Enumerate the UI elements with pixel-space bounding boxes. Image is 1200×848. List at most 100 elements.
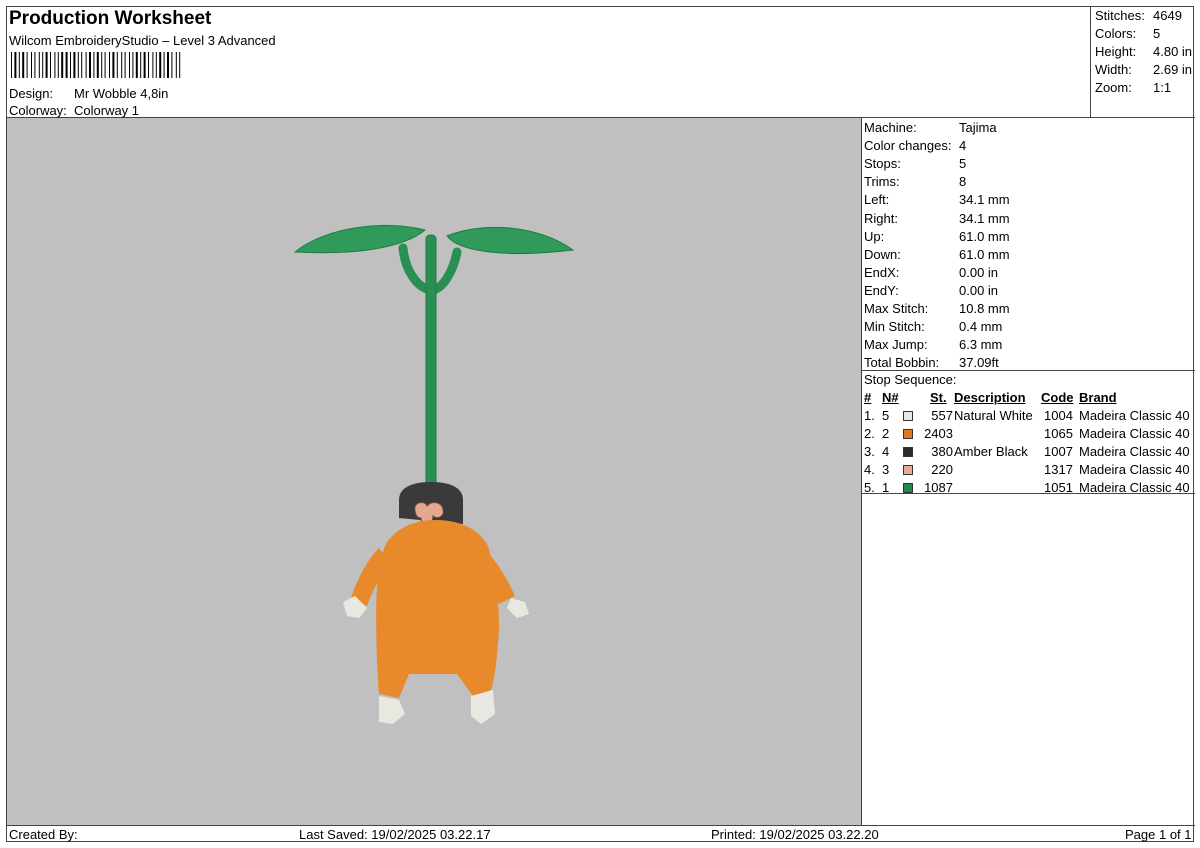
body — [376, 520, 499, 698]
property-value: 34.1 mm — [959, 210, 1010, 226]
page-title: Production Worksheet — [9, 8, 212, 29]
thread-code: 1317 — [1044, 462, 1073, 477]
color-swatch — [903, 465, 913, 475]
color-swatch — [903, 429, 913, 439]
property-label: Down: — [864, 246, 901, 262]
width-label: Width: — [1095, 62, 1132, 77]
property-row: EndY: 0.00 in — [864, 283, 1184, 301]
right-leaf — [446, 226, 575, 254]
thread-brand: Madeira Classic 40 — [1079, 426, 1190, 441]
worksheet-footer: Created By: Last Saved: 19/02/2025 03.22… — [7, 825, 1195, 843]
right-leaf-stem — [428, 247, 462, 295]
needle-number: 4 — [882, 444, 890, 459]
property-value: 0.00 in — [959, 282, 999, 298]
property-label: Min Stitch: — [864, 319, 925, 335]
color-swatch — [903, 483, 913, 493]
stop-row: 3. 4 380 Amber Black 1007 Madeira Classic 40 — [862, 444, 1195, 462]
stop-row: 5. 1 1087 1051 Madeira Classic 40 — [862, 480, 1195, 498]
color-swatch — [903, 411, 913, 421]
property-value: 37.09ft — [959, 355, 999, 371]
property-row: Color changes: 4 — [864, 138, 1184, 156]
stop-number: 4. — [864, 462, 875, 477]
software-name: Wilcom EmbroideryStudio – Level 3 Advanc… — [9, 33, 276, 48]
thread-brand: Madeira Classic 40 — [1079, 462, 1190, 477]
property-row: Right: 34.1 mm — [864, 211, 1184, 229]
thread-brand: Madeira Classic 40 — [1079, 408, 1190, 423]
stitch-count: 557 — [931, 408, 953, 423]
thread-code: 1065 — [1044, 426, 1073, 441]
stop-row: 1. 5 557 Natural White 1004 Madeira Classic 4… — [862, 408, 1195, 426]
property-label: Machine: — [864, 120, 917, 135]
property-value: Tajima — [959, 120, 997, 135]
stem — [425, 234, 437, 488]
stop-sequence-title: Stop Sequence: — [864, 372, 957, 387]
divider — [862, 370, 1195, 371]
stop-number: 3. — [864, 444, 875, 459]
zoom-value: 1:1 — [1153, 80, 1172, 95]
stitches-value: 4649 — [1153, 8, 1182, 23]
stop-row: 4. 3 220 1317 Madeira Classic 40 — [862, 462, 1195, 480]
property-label: EndX: — [864, 264, 900, 280]
stop-number: 1. — [864, 408, 875, 423]
property-row: Max Jump: 6.3 mm — [864, 337, 1184, 355]
design-label: Design: — [9, 86, 54, 101]
worksheet-header: Production Worksheet Wilcom EmbroiderySt… — [7, 7, 1091, 118]
summary-box: Stitches: 4649 Colors: 5 Height: 4.80 in… — [1091, 7, 1195, 118]
needle-number: 2 — [882, 426, 890, 441]
stop-number: 2. — [864, 426, 875, 441]
worksheet: Production Worksheet Wilcom EmbroiderySt… — [6, 6, 1195, 843]
property-value: 0.4 mm — [959, 319, 1003, 335]
property-row: Machine: Tajima — [864, 120, 1184, 138]
col-description: Description — [954, 390, 1026, 405]
thread-description: Natural White — [954, 408, 1033, 423]
property-row: Min Stitch: 0.4 mm — [864, 319, 1184, 337]
property-label: Right: — [864, 210, 898, 226]
stitches-label: Stitches: — [1095, 8, 1145, 23]
colors-value: 5 — [1153, 26, 1161, 41]
property-row: Trims: 8 — [864, 174, 1184, 192]
colorway-value: Colorway 1 — [74, 103, 140, 118]
property-value: 61.0 mm — [959, 228, 1010, 244]
width-value: 2.69 in — [1153, 62, 1193, 77]
col-needle: N# — [882, 390, 899, 405]
needle-number: 5 — [882, 408, 890, 423]
property-row: Left: 34.1 mm — [864, 192, 1184, 210]
property-value: 34.1 mm — [959, 192, 1010, 208]
stop-row: 2. 2 2403 1065 Madeira Classic 40 — [862, 426, 1195, 444]
col-stitches: St. — [930, 390, 947, 405]
property-row: Up: 61.0 mm — [864, 229, 1184, 247]
property-value: 10.8 mm — [959, 301, 1010, 316]
stitch-count: 220 — [931, 462, 953, 477]
property-value: 61.0 mm — [959, 246, 1010, 262]
property-row: Max Stitch: 10.8 mm — [864, 301, 1184, 319]
property-value: 5 — [959, 156, 967, 172]
right-foot — [471, 690, 495, 724]
design-value: Mr Wobble 4,8in — [74, 86, 169, 101]
color-swatch — [903, 447, 913, 457]
thread-code: 1007 — [1044, 444, 1073, 459]
right-hand — [507, 598, 529, 618]
property-value: 0.00 in — [959, 264, 999, 280]
property-row: Down: 61.0 mm — [864, 247, 1184, 265]
thread-description: Amber Black — [954, 444, 1028, 459]
property-label: Total Bobbin: — [864, 355, 940, 371]
divider — [862, 493, 1195, 494]
col-code: Code — [1041, 390, 1074, 405]
property-value: 6.3 mm — [959, 337, 1003, 353]
property-row: EndX: 0.00 in — [864, 265, 1184, 283]
property-row: Stops: 5 — [864, 156, 1184, 174]
col-num: # — [864, 390, 872, 405]
property-label: EndY: — [864, 282, 899, 298]
property-label: Color changes: — [864, 138, 952, 154]
property-value: 4 — [959, 138, 967, 154]
property-label: Left: — [864, 192, 890, 208]
stitch-count: 380 — [931, 444, 953, 459]
last-saved: Last Saved: 19/02/2025 03.22.17 — [299, 827, 491, 842]
property-label: Max Stitch: — [864, 301, 929, 316]
needle-number: 3 — [882, 462, 890, 477]
barcode — [11, 52, 181, 78]
design-preview[interactable] — [7, 118, 862, 825]
zoom-label: Zoom: — [1095, 80, 1132, 95]
colors-label: Colors: — [1095, 26, 1137, 41]
thread-brand: Madeira Classic 40 — [1079, 444, 1190, 459]
